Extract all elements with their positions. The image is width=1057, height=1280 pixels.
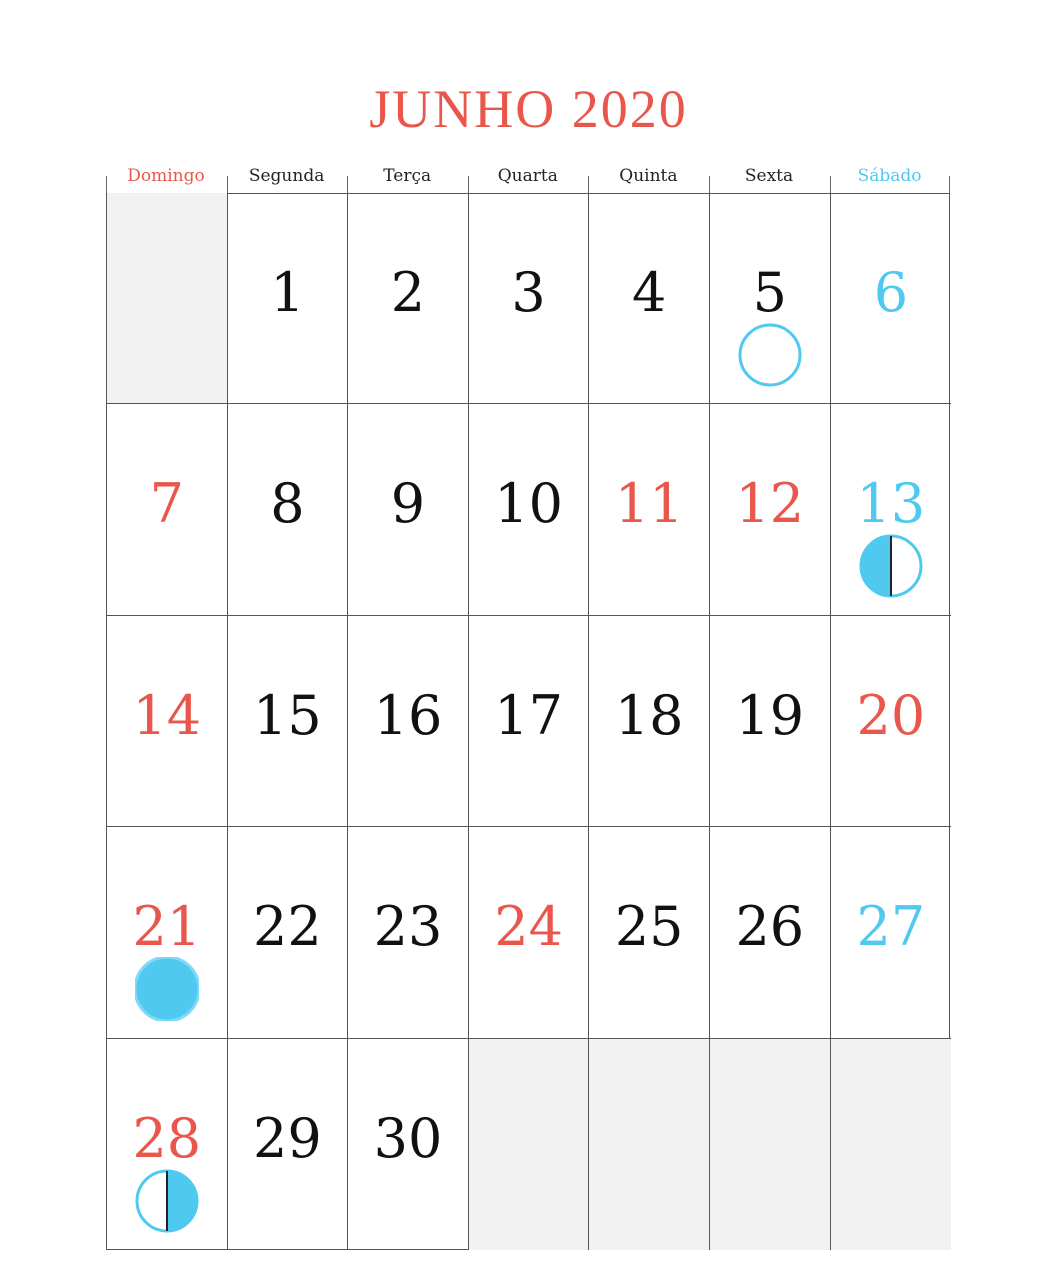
- day-cell[interactable]: 6: [830, 193, 952, 405]
- day-number: 30: [373, 1106, 443, 1170]
- header-divider: [829, 176, 831, 193]
- day-cell[interactable]: 10: [468, 404, 590, 616]
- day-cell[interactable]: 22: [227, 827, 349, 1039]
- day-number: 17: [494, 683, 563, 747]
- day-number: 4: [632, 261, 667, 324]
- day-number: 20: [856, 683, 926, 747]
- day-number: 1: [270, 261, 305, 324]
- weekday-header: Domingo Segunda Terça Quarta Quinta Sexta Sába…: [106, 160, 951, 194]
- day-number: 16: [373, 683, 443, 747]
- header-divider: [588, 176, 590, 193]
- day-cell[interactable]: 27: [830, 827, 952, 1039]
- empty-day-cell: [710, 1038, 831, 1250]
- header-divider: [949, 176, 951, 193]
- day-cell[interactable]: 12: [710, 404, 831, 616]
- day-number: 8: [270, 472, 305, 536]
- day-number: 7: [149, 472, 184, 536]
- day-cell[interactable]: 21: [107, 827, 228, 1039]
- day-cell[interactable]: 9: [348, 404, 469, 616]
- day-cell[interactable]: 29: [228, 1038, 349, 1250]
- new-moon-icon: [134, 957, 199, 1022]
- header-divider: [106, 176, 107, 193]
- empty-day-cell: [589, 1038, 710, 1250]
- day-number: 10: [494, 472, 563, 536]
- day-cell[interactable]: 19: [710, 615, 831, 828]
- day-cell[interactable]: 5: [710, 193, 831, 405]
- day-number: 27: [856, 895, 926, 959]
- day-cell[interactable]: 30: [348, 1038, 469, 1250]
- day-cell[interactable]: 23: [348, 827, 469, 1039]
- day-number: 19: [735, 683, 805, 747]
- weekday-label-sexta: Sexta: [744, 166, 794, 186]
- day-cell[interactable]: 15: [227, 615, 349, 828]
- day-number: 21: [132, 895, 202, 959]
- day-cell[interactable]: 17: [468, 615, 590, 828]
- day-number: 23: [373, 895, 443, 959]
- day-number: 14: [132, 683, 202, 747]
- full-moon-icon: [738, 323, 802, 387]
- day-cell[interactable]: 2: [348, 193, 469, 405]
- day-number: 24: [494, 895, 563, 959]
- day-cell[interactable]: 11: [589, 404, 710, 616]
- day-number: 9: [390, 472, 426, 536]
- day-cell[interactable]: 18: [589, 615, 710, 828]
- day-cell[interactable]: 26: [710, 827, 831, 1039]
- weekday-label-quinta: Quinta: [619, 166, 678, 186]
- weekday-label-sábado: Sábado: [857, 166, 922, 186]
- day-cell[interactable]: 16: [348, 615, 469, 828]
- empty-day-cell: [107, 193, 228, 405]
- day-number: 29: [253, 1106, 322, 1170]
- weekday-label-segunda: Segunda: [248, 166, 325, 186]
- day-number: 6: [873, 261, 909, 324]
- day-cell[interactable]: 28: [107, 1038, 228, 1250]
- day-number: 5: [752, 261, 787, 324]
- calendar-grid: 1 2 3 4 5 6 7 8 9 10 11 12 13 14 15 16 17 18 19 20 21 22 23 24 2…: [106, 193, 952, 1250]
- weekday-label-terça: Terça: [383, 166, 432, 186]
- day-number: 25: [614, 895, 684, 959]
- header-divider: [347, 176, 349, 193]
- day-number: 28: [132, 1106, 202, 1170]
- header-divider: [226, 176, 228, 193]
- day-number: 13: [856, 472, 926, 536]
- last-quarter-moon-icon: [859, 534, 923, 598]
- empty-day-cell: [830, 1038, 952, 1250]
- day-cell[interactable]: 3: [468, 193, 590, 405]
- day-cell[interactable]: 13: [830, 404, 952, 616]
- day-cell[interactable]: 14: [107, 615, 228, 828]
- day-number: 26: [735, 895, 805, 959]
- weekday-label-domingo: Domingo: [127, 166, 205, 186]
- calendar-title: JUNHO 2020: [369, 79, 688, 139]
- day-cell[interactable]: 8: [227, 404, 349, 616]
- day-number: 12: [735, 472, 805, 536]
- weekday-label-quarta: Quarta: [497, 166, 558, 186]
- day-number: 11: [614, 472, 684, 536]
- day-number: 2: [390, 261, 426, 324]
- day-number: 15: [253, 683, 322, 747]
- day-number: 3: [511, 261, 546, 324]
- day-cell[interactable]: 24: [468, 827, 590, 1039]
- day-number: 22: [253, 895, 322, 959]
- day-cell[interactable]: 4: [589, 193, 710, 405]
- header-divider: [709, 176, 710, 193]
- day-number: 18: [614, 683, 684, 747]
- day-cell[interactable]: 20: [830, 616, 952, 828]
- day-cell[interactable]: 7: [107, 404, 228, 616]
- day-cell[interactable]: 1: [227, 193, 349, 405]
- empty-day-cell: [468, 1038, 590, 1250]
- first-quarter-moon-icon: [135, 1169, 199, 1233]
- day-cell[interactable]: 25: [589, 827, 710, 1039]
- header-divider: [467, 176, 469, 193]
